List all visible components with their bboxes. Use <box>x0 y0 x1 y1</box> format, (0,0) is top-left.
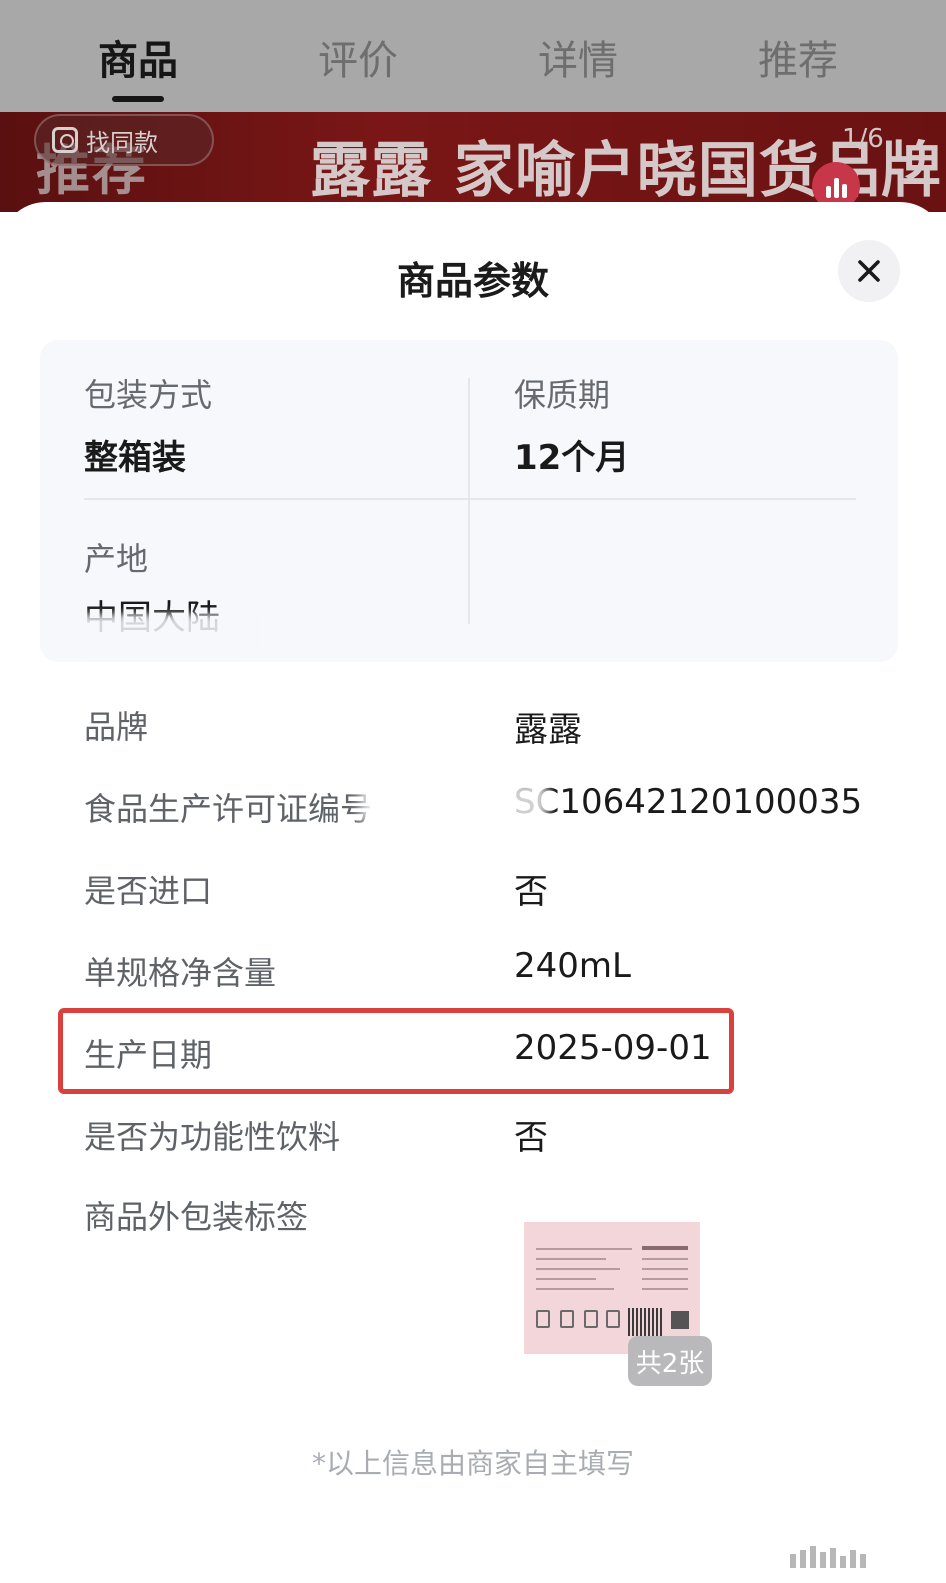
shelf-life-cell: 保质期 12个月 <box>514 370 629 479</box>
tab-reviews[interactable]: 评价 <box>298 28 418 86</box>
image-page-indicator: 1/6 <box>842 124 884 154</box>
brand-value: 露露 <box>514 710 582 750</box>
imported-label: 是否进口 <box>84 872 213 910</box>
find-similar-label: 找同款 <box>86 128 158 157</box>
stack-icon <box>584 1310 598 1328</box>
shelf-life-label: 保质期 <box>514 376 611 414</box>
umbrella-icon <box>560 1310 574 1328</box>
params-grid-card: 包装方式 整箱装 保质期 12个月 产地 中国大陆 <box>40 340 898 662</box>
close-icon <box>858 260 880 282</box>
glass-icon <box>606 1310 620 1328</box>
license-value: SC10642120100035 <box>514 782 863 822</box>
barcode-icon <box>628 1308 664 1336</box>
net-content-value: 240mL <box>514 946 631 986</box>
tab-recommend[interactable]: 推荐 <box>738 28 858 86</box>
origin-label: 产地 <box>84 540 149 578</box>
production-date-highlight <box>58 1008 734 1094</box>
image-count-badge: 共2张 <box>628 1336 712 1386</box>
image-search-icon <box>52 127 78 153</box>
packaging-value: 整箱装 <box>84 438 186 478</box>
package-label-image[interactable] <box>524 1222 700 1354</box>
sheet-title: 商品参数 <box>396 259 549 303</box>
shelf-life-value: 12个月 <box>514 438 630 478</box>
packaging-label: 包装方式 <box>84 376 213 414</box>
grid-horizontal-divider <box>84 498 856 500</box>
package-label-label: 商品外包装标签 <box>84 1198 309 1236</box>
find-similar-button[interactable]: 找同款 <box>34 114 214 166</box>
license-label: 食品生产许可证编号 <box>84 790 373 828</box>
close-button[interactable] <box>838 240 900 302</box>
grid-vertical-divider <box>468 378 470 624</box>
recycle-icon <box>536 1310 550 1328</box>
functional-drink-value: 否 <box>514 1118 548 1158</box>
blur-overlay <box>80 614 250 654</box>
active-tab-indicator <box>112 96 164 102</box>
top-tab-bar: 商品 评价 详情 推荐 <box>0 0 946 112</box>
imported-value: 否 <box>514 872 548 912</box>
watermark-logo <box>790 1544 920 1568</box>
tab-details[interactable]: 详情 <box>518 28 638 86</box>
functional-drink-label: 是否为功能性饮料 <box>84 1118 341 1156</box>
merchant-disclaimer: *以上信息由商家自主填写 <box>311 1447 634 1480</box>
blur-overlay <box>360 782 420 822</box>
brand-label: 品牌 <box>84 708 149 746</box>
product-params-sheet: 商品参数 包装方式 整箱装 保质期 12个月 产地 中国大陆 品牌 露露 食品生… <box>0 202 946 1583</box>
net-content-label: 单规格净含量 <box>84 954 277 992</box>
packaging-cell: 包装方式 整箱装 <box>84 370 212 479</box>
blur-overlay <box>508 782 548 822</box>
tab-product[interactable]: 商品 <box>78 28 198 86</box>
qr-code-icon <box>668 1308 692 1332</box>
